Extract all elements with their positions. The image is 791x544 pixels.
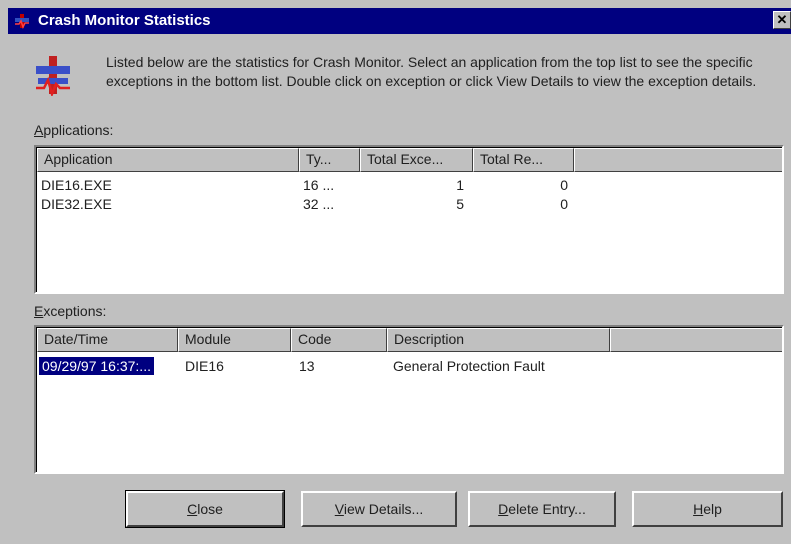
- column-header-application[interactable]: Application: [37, 148, 299, 172]
- cell-type: 32 ...: [303, 196, 335, 212]
- cell-code: 13: [299, 358, 315, 374]
- cell-module: DIE16: [185, 358, 224, 374]
- column-header-total-restarts[interactable]: Total Re...: [473, 148, 574, 172]
- help-button[interactable]: Help: [632, 491, 783, 527]
- close-button-mnemonic: C: [187, 500, 198, 517]
- column-header-filler: [574, 148, 782, 172]
- cell-description: General Protection Fault: [393, 358, 545, 374]
- window-title: Crash Monitor Statistics: [38, 12, 211, 29]
- title-bar[interactable]: Crash Monitor Statistics ✕: [8, 8, 791, 34]
- cell-total-exceptions: 1: [456, 177, 464, 193]
- crash-monitor-large-icon: [36, 56, 70, 96]
- column-header-datetime[interactable]: Date/Time: [37, 328, 178, 352]
- exceptions-label-rest: xceptions:: [43, 303, 107, 319]
- applications-list[interactable]: Application Ty... Total Exce... Total Re…: [34, 145, 784, 294]
- view-details-button-mnemonic: V: [334, 500, 344, 517]
- view-details-button[interactable]: View Details...: [301, 491, 457, 527]
- delete-entry-button[interactable]: Delete Entry...: [468, 491, 616, 527]
- cell-total-exceptions: 5: [456, 196, 464, 212]
- cell-application: DIE32.EXE: [41, 196, 112, 212]
- applications-label-rest: pplications:: [43, 122, 114, 138]
- view-details-button-label: iew Details...: [343, 500, 424, 517]
- crash-monitor-app-icon: [15, 14, 29, 29]
- close-button-label: lose: [197, 500, 223, 517]
- column-header-type[interactable]: Ty...: [299, 148, 360, 172]
- applications-label-mnemonic: A: [34, 122, 44, 138]
- column-header-filler: [610, 328, 782, 352]
- column-header-total-exceptions[interactable]: Total Exce...: [360, 148, 473, 172]
- close-button[interactable]: Close: [125, 490, 285, 528]
- column-header-description[interactable]: Description: [387, 328, 610, 352]
- delete-entry-button-mnemonic: D: [498, 500, 509, 517]
- column-header-code[interactable]: Code: [291, 328, 387, 352]
- exceptions-label-mnemonic: E: [34, 303, 44, 319]
- applications-label: Applications:: [34, 122, 113, 138]
- cell-total-restarts: 0: [560, 196, 568, 212]
- cell-application: DIE16.EXE: [41, 177, 112, 193]
- delete-entry-button-label: elete Entry...: [508, 500, 586, 517]
- close-icon[interactable]: ✕: [773, 11, 791, 29]
- exceptions-list[interactable]: Date/Time Module Code Description 09/29/…: [34, 325, 784, 474]
- exceptions-label: Exceptions:: [34, 303, 106, 319]
- column-header-module[interactable]: Module: [178, 328, 291, 352]
- help-button-mnemonic: H: [693, 500, 704, 517]
- help-button-label: elp: [703, 500, 722, 517]
- cell-datetime: 09/29/97 16:37:...: [38, 356, 155, 376]
- cell-total-restarts: 0: [560, 177, 568, 193]
- intro-text: Listed below are the statistics for Cras…: [106, 54, 757, 89]
- crash-monitor-statistics-dialog: Crash Monitor Statistics ✕ Listed below …: [0, 0, 791, 544]
- cell-type: 16 ...: [303, 177, 335, 193]
